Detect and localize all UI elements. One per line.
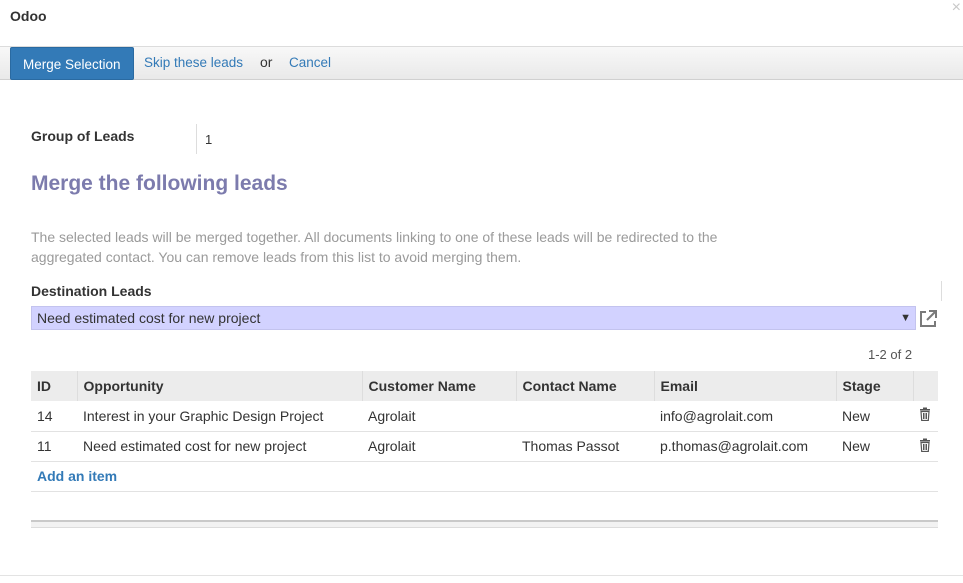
table-header-row: ID Opportunity Customer Name Contact Nam…	[31, 371, 938, 401]
column-header-id[interactable]: ID	[31, 371, 77, 401]
cell-opportunity: Need estimated cost for new project	[77, 431, 362, 462]
column-header-opportunity[interactable]: Opportunity	[76, 371, 362, 401]
column-header-email[interactable]: Email	[653, 371, 836, 401]
skip-leads-link[interactable]: Skip these leads	[144, 55, 243, 70]
toolbar: Merge Selection Skip these leads or Canc…	[0, 46, 963, 80]
cell-delete	[913, 401, 938, 432]
column-header-customer-name[interactable]: Customer Name	[361, 371, 516, 401]
cell-contact-name: Thomas Passot	[516, 431, 654, 462]
external-link-icon[interactable]	[918, 309, 938, 329]
close-icon[interactable]: ×	[952, 0, 961, 16]
cell-opportunity: Interest in your Graphic Design Project	[77, 401, 362, 432]
group-of-leads-label: Group of Leads	[31, 128, 135, 144]
section-title: Merge the following leads	[31, 172, 288, 195]
dialog-title: Odoo	[10, 8, 47, 24]
add-item-row: Add an item	[31, 461, 938, 492]
column-header-stage[interactable]: Stage	[835, 371, 913, 401]
destination-leads-label: Destination Leads	[31, 283, 152, 299]
table-row[interactable]: 11 Need estimated cost for new project A…	[31, 431, 938, 462]
table-row[interactable]: 14 Interest in your Graphic Design Proje…	[31, 401, 938, 432]
cell-customer-name: Agrolait	[362, 431, 516, 462]
trash-icon[interactable]	[919, 438, 931, 452]
or-text: or	[260, 54, 273, 70]
chevron-down-icon[interactable]: ▼	[900, 307, 911, 329]
merge-selection-button[interactable]: Merge Selection	[10, 47, 134, 80]
destination-leads-select[interactable]: Need estimated cost for new project ▼	[31, 306, 916, 330]
add-item-link[interactable]: Add an item	[37, 468, 117, 484]
field-divider	[941, 281, 942, 301]
help-text: The selected leads will be merged togeth…	[31, 229, 718, 265]
cell-contact-name	[516, 401, 654, 432]
cancel-link[interactable]: Cancel	[289, 55, 331, 70]
leads-table: ID Opportunity Customer Name Contact Nam…	[31, 371, 938, 492]
cell-email: p.thomas@agrolait.com	[654, 431, 836, 462]
cell-customer-name: Agrolait	[362, 401, 516, 432]
trash-icon[interactable]	[919, 407, 931, 422]
cell-stage: New	[836, 431, 913, 462]
destination-leads-value: Need estimated cost for new project	[37, 310, 261, 326]
dialog-header: Odoo ×	[0, 0, 963, 46]
list-footer-bar	[31, 520, 938, 528]
cell-id: 11	[31, 431, 77, 462]
cell-email: info@agrolait.com	[654, 401, 836, 432]
group-of-leads-value: 1	[205, 132, 213, 147]
cell-id: 14	[31, 401, 77, 432]
column-header-actions	[912, 371, 938, 401]
cell-delete	[913, 431, 938, 462]
column-header-contact-name[interactable]: Contact Name	[515, 371, 654, 401]
pager: 1-2 of 2	[868, 347, 913, 362]
field-divider	[196, 124, 197, 154]
cell-stage: New	[836, 401, 913, 432]
add-item-cell: Add an item	[31, 461, 938, 492]
dialog-footer-divider	[0, 575, 963, 576]
